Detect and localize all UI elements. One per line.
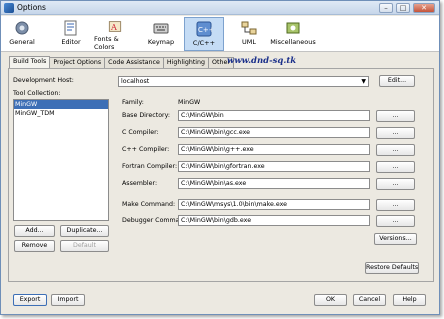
svg-text:A: A bbox=[110, 22, 117, 32]
import-button[interactable]: Import bbox=[51, 294, 85, 306]
restore-defaults-button[interactable]: Restore Defaults bbox=[365, 262, 419, 274]
fortran-compiler-field[interactable]: C:\MinGW\bin\gfortran.exe bbox=[178, 161, 370, 172]
close-button[interactable]: ✕ bbox=[413, 3, 435, 13]
category-label: Miscellaneous bbox=[270, 38, 316, 46]
assembler-label: Assembler: bbox=[122, 180, 158, 187]
svg-text:C++: C++ bbox=[198, 26, 212, 34]
watermark-text: www.dnd-sq.tk bbox=[227, 56, 297, 66]
tool-collection-label: Tool Collection: bbox=[13, 90, 61, 97]
c-compiler-label: C Compiler: bbox=[122, 129, 159, 136]
category-toolbar: General Editor A Fonts & Colors Keymap C… bbox=[1, 16, 439, 52]
title-bar: Options – □ ✕ bbox=[1, 1, 439, 15]
development-host-label: Development Host: bbox=[13, 77, 74, 84]
base-directory-browse-button[interactable]: ... bbox=[376, 110, 415, 122]
category-keymap[interactable]: Keymap bbox=[146, 17, 176, 51]
tab-build-tools[interactable]: Build Tools bbox=[9, 56, 51, 68]
category-miscellaneous[interactable]: Miscellaneous bbox=[270, 17, 316, 51]
cpp-icon: C++ bbox=[196, 21, 212, 37]
tab-code-assistance[interactable]: Code Assistance bbox=[104, 57, 164, 68]
family-label: Family: bbox=[122, 99, 144, 106]
tool-collection-list[interactable]: MinGW MinGW_TDM bbox=[13, 99, 109, 221]
export-button[interactable]: Export bbox=[13, 294, 47, 306]
add-tool-collection-button[interactable]: Add... bbox=[14, 225, 55, 237]
debugger-command-field[interactable]: C:\MinGW\bin\gdb.exe bbox=[178, 215, 370, 226]
make-command-field[interactable]: C:\MinGW\msys\1.0\bin\make.exe bbox=[178, 199, 370, 210]
tab-bar: Build Tools Project Options Code Assista… bbox=[9, 56, 234, 68]
development-host-dropdown[interactable]: localhost ▼ bbox=[118, 76, 369, 87]
fortran-compiler-browse-button[interactable]: ... bbox=[376, 161, 415, 173]
edit-host-button[interactable]: Edit... bbox=[379, 75, 415, 87]
category-uml[interactable]: UML bbox=[237, 17, 261, 51]
development-host-value: localhost bbox=[121, 78, 150, 85]
keymap-icon bbox=[153, 23, 169, 34]
family-value: MinGW bbox=[178, 99, 201, 106]
category-general[interactable]: General bbox=[7, 17, 37, 51]
general-icon bbox=[15, 21, 29, 35]
app-icon bbox=[4, 2, 14, 13]
cpp-compiler-browse-button[interactable]: ... bbox=[376, 144, 415, 156]
tab-highlighting[interactable]: Highlighting bbox=[162, 57, 210, 68]
help-button[interactable]: Help bbox=[393, 294, 426, 306]
base-directory-field[interactable]: C:\MinGW\bin bbox=[178, 110, 370, 121]
editor-icon bbox=[64, 20, 77, 36]
cpp-compiler-field[interactable]: C:\MinGW\bin\g++.exe bbox=[178, 144, 370, 155]
debugger-command-browse-button[interactable]: ... bbox=[376, 215, 415, 227]
category-label: Editor bbox=[61, 38, 81, 46]
versions-button[interactable]: Versions... bbox=[374, 233, 417, 245]
chevron-down-icon: ▼ bbox=[361, 78, 366, 85]
maximize-button[interactable]: □ bbox=[396, 3, 410, 13]
default-tool-collection-button[interactable]: Default bbox=[60, 240, 109, 252]
window-title: Options bbox=[17, 3, 46, 12]
fortran-compiler-label: Fortran Compiler: bbox=[122, 163, 178, 170]
make-command-label: Make Command: bbox=[122, 201, 176, 208]
base-directory-label: Base Directory: bbox=[122, 112, 171, 119]
c-compiler-field[interactable]: C:\MinGW\bin\gcc.exe bbox=[178, 127, 370, 138]
options-window: Options – □ ✕ General Editor A Fonts & C… bbox=[0, 0, 440, 315]
tab-project-options[interactable]: Project Options bbox=[49, 57, 106, 68]
category-cpp[interactable]: C++ C/C++ bbox=[184, 17, 224, 51]
list-item[interactable]: MinGW bbox=[14, 100, 108, 109]
c-compiler-browse-button[interactable]: ... bbox=[376, 127, 415, 139]
cancel-button[interactable]: Cancel bbox=[353, 294, 386, 306]
fonts-colors-icon: A bbox=[108, 21, 122, 32]
category-label: C/C++ bbox=[192, 39, 216, 47]
category-fonts-colors[interactable]: A Fonts & Colors bbox=[94, 17, 136, 51]
category-editor[interactable]: Editor bbox=[57, 17, 85, 51]
window-controls: – □ ✕ bbox=[379, 3, 435, 13]
miscellaneous-icon bbox=[286, 22, 300, 34]
minimize-button[interactable]: – bbox=[379, 3, 393, 13]
remove-tool-collection-button[interactable]: Remove bbox=[14, 240, 55, 252]
cpp-compiler-label: C++ Compiler: bbox=[122, 146, 170, 153]
duplicate-tool-collection-button[interactable]: Duplicate... bbox=[60, 225, 109, 237]
category-label: Keymap bbox=[147, 38, 175, 46]
category-label: UML bbox=[242, 38, 256, 46]
make-command-browse-button[interactable]: ... bbox=[376, 199, 415, 211]
list-item[interactable]: MinGW_TDM bbox=[14, 109, 108, 118]
category-label: Fonts & Colors bbox=[94, 35, 119, 51]
ok-button[interactable]: OK bbox=[314, 294, 347, 306]
category-label: General bbox=[9, 38, 35, 46]
assembler-browse-button[interactable]: ... bbox=[376, 178, 415, 190]
uml-icon bbox=[241, 21, 257, 35]
assembler-field[interactable]: C:\MinGW\bin\as.exe bbox=[178, 178, 370, 189]
